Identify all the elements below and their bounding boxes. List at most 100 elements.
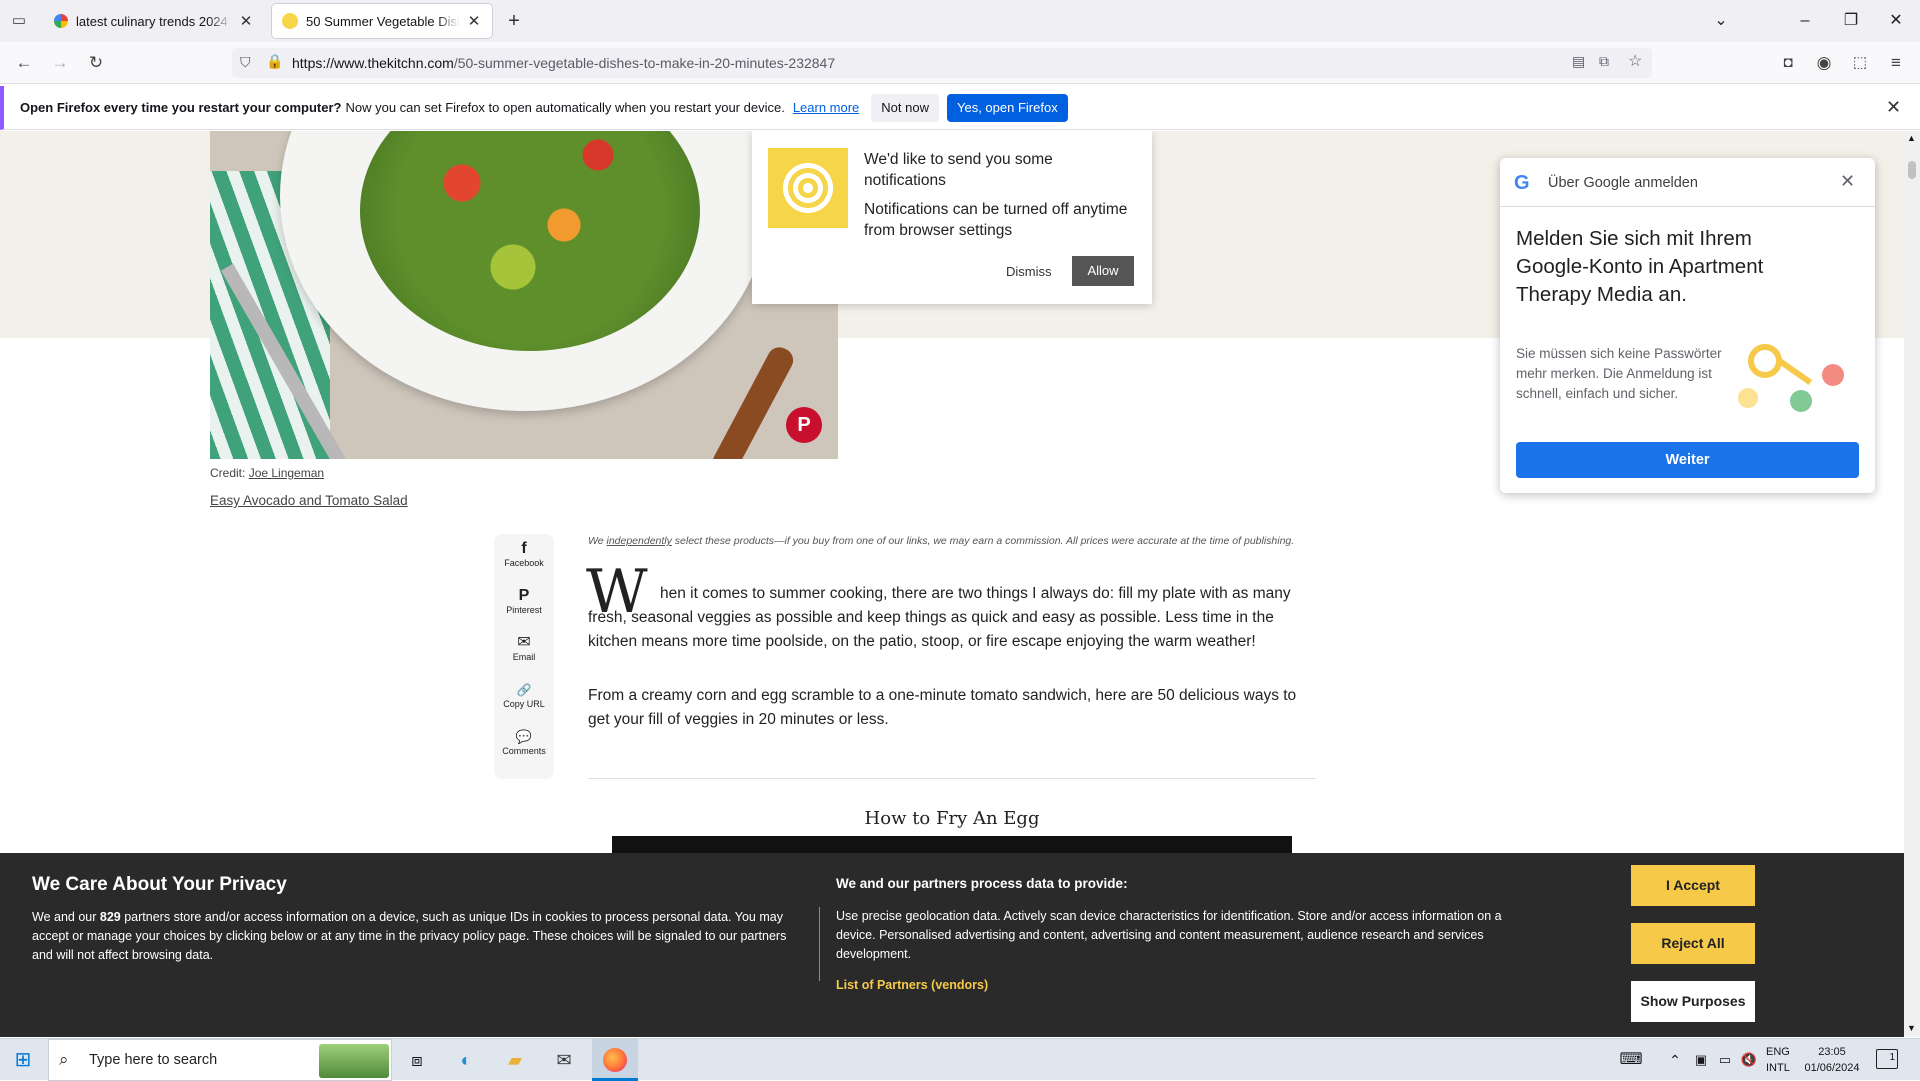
google-popup-header: Über Google anmelden (1548, 175, 1698, 191)
partners-count: 829 (99, 910, 121, 924)
mail-icon[interactable]: ✉ (549, 1045, 579, 1075)
share-label: Copy URL (503, 699, 545, 709)
new-tab-button[interactable]: + (500, 8, 528, 34)
share-copy-url[interactable]: 🔗 Copy URL (494, 675, 554, 722)
allow-button[interactable]: Allow (1072, 256, 1134, 286)
privacy-body-pre: We and our (32, 910, 97, 924)
taskbar-search-placeholder: Type here to search (89, 1052, 218, 1068)
firefox-startup-bar: Open Firefox every time you restart your… (0, 86, 1920, 130)
weiter-button[interactable]: Weiter (1516, 442, 1859, 478)
tab-title: 50 Summer Vegetable Dishes to (306, 13, 460, 29)
image-caption-link[interactable]: Easy Avocado and Tomato Salad (210, 493, 408, 508)
tab-kitchn[interactable]: 50 Summer Vegetable Dishes to ✕ (272, 4, 492, 38)
ff-bar-text: Now you can set Firefox to open automati… (345, 100, 785, 115)
keyboard-icon[interactable]: ⌨ (1616, 1045, 1646, 1075)
scroll-down-icon[interactable]: ▼ (1907, 1023, 1916, 1033)
windows-start-icon[interactable]: ⊞ (8, 1045, 38, 1075)
url-host: https://www.thekitchn.com (292, 55, 454, 71)
pinterest-icon: P (518, 587, 530, 604)
tab-overflow-icon[interactable]: ⌄ (1706, 8, 1736, 34)
picture-in-picture-icon[interactable]: ⧉ (1599, 53, 1609, 70)
privacy-divider (819, 907, 820, 981)
independently-link[interactable]: independently (606, 535, 671, 547)
comments-icon: 💬 (515, 729, 533, 744)
tab-google-search[interactable]: latest culinary trends 2024 - Go ✕ (44, 4, 264, 38)
page-content: P We'd like to send you some notificatio… (0, 131, 1904, 1037)
notif-count: 1 (1889, 1052, 1895, 1063)
target-logo-icon (768, 148, 848, 228)
clock-time: 23:05 (1818, 1046, 1846, 1058)
language-indicator[interactable]: ENG INTL (1766, 1044, 1790, 1076)
partners-list-link[interactable]: List of Partners (vendors) (836, 978, 988, 992)
google-icon (54, 14, 68, 28)
tab-list-icon[interactable]: ▭ (8, 11, 30, 31)
learn-more-link[interactable]: Learn more (793, 100, 859, 115)
pocket-icon[interactable]: ◘ (1774, 50, 1802, 76)
i-accept-button[interactable]: I Accept (1631, 865, 1755, 906)
nav-bar: ← → ↻ ⛉ 🔒 https://www.thekitchn.com/50-s… (0, 42, 1920, 84)
firefox-taskbar-button[interactable] (592, 1039, 638, 1081)
extensions-icon[interactable]: ⬚ (1846, 50, 1874, 76)
scroll-up-icon[interactable]: ▲ (1907, 133, 1916, 143)
google-popup-title: Melden Sie sich mit Ihrem Google-Konto i… (1516, 227, 1764, 306)
restore-icon[interactable]: ❐ (1836, 8, 1866, 34)
taskbar-search-box[interactable]: ⌕ Type here to search (48, 1039, 392, 1081)
close-popup-icon[interactable]: ✕ (1840, 171, 1855, 192)
back-icon[interactable]: ← (10, 50, 38, 76)
close-bar-icon[interactable]: ✕ (1886, 97, 1901, 118)
close-window-icon[interactable]: ✕ (1881, 8, 1911, 34)
notification-title: We'd like to send you some notifications (864, 151, 1053, 189)
kitchn-icon (282, 13, 298, 29)
email-icon: ✉ (517, 634, 531, 651)
bookmark-star-icon[interactable]: ☆ (1628, 51, 1642, 71)
url-bar[interactable]: ⛉ 🔒 https://www.thekitchn.com/50-summer-… (232, 48, 1652, 78)
lang-primary: ENG (1766, 1046, 1790, 1058)
ff-bar-title: Open Firefox every time you restart your… (20, 100, 342, 115)
share-label: Facebook (504, 558, 544, 568)
lock-icon[interactable]: 🔒 (266, 53, 283, 70)
process-body: Use precise geolocation data. Actively s… (836, 909, 1502, 961)
account-icon[interactable]: ◉ (1810, 50, 1838, 76)
menu-icon[interactable]: ≡ (1882, 50, 1910, 76)
share-label: Pinterest (506, 605, 542, 615)
scroll-thumb[interactable] (1908, 161, 1916, 179)
reader-view-icon[interactable]: ▤ (1572, 53, 1585, 70)
share-comments[interactable]: 💬 Comments (494, 722, 554, 769)
close-tab-icon[interactable]: ✕ (238, 12, 254, 30)
tab-title: latest culinary trends 2024 - Go (76, 13, 232, 29)
share-pinterest[interactable]: P Pinterest (494, 581, 554, 628)
file-explorer-icon[interactable]: ▰ (500, 1045, 530, 1075)
page-scrollbar[interactable]: ▲ ▼ (1904, 131, 1920, 1037)
share-email[interactable]: ✉ Email (494, 628, 554, 675)
dismiss-button[interactable]: Dismiss (1006, 264, 1052, 279)
yes-open-firefox-button[interactable]: Yes, open Firefox (947, 93, 1068, 122)
link-icon: 🔗 (516, 683, 532, 697)
google-g-icon: G (1514, 172, 1530, 194)
pinterest-save-button[interactable]: P (786, 407, 822, 443)
task-view-icon[interactable]: ⧈ (402, 1045, 432, 1075)
notification-body: Notifications can be turned off anytime … (864, 201, 1128, 239)
google-popup-body: Sie müssen sich keine Passwörter mehr me… (1516, 346, 1722, 401)
privacy-title: We Care About Your Privacy (32, 874, 287, 895)
clock[interactable]: 23:05 01/06/2024 (1800, 1044, 1864, 1076)
show-purposes-button[interactable]: Show Purposes (1631, 981, 1755, 1022)
reload-icon[interactable]: ↻ (82, 50, 110, 76)
share-label: Email (512, 652, 536, 662)
volume-muted-icon[interactable]: 🔇 (1734, 1045, 1764, 1075)
notification-center-icon[interactable]: 1 (1876, 1049, 1898, 1069)
credit-name-link[interactable]: Joe Lingeman (249, 466, 324, 480)
close-tab-icon[interactable]: ✕ (466, 12, 482, 30)
disclaimer-pre: We (588, 535, 604, 547)
reject-all-button[interactable]: Reject All (1631, 923, 1755, 964)
share-facebook[interactable]: f Facebook (494, 534, 554, 581)
knife-handle-graphic (708, 343, 798, 459)
shield-icon[interactable]: ⛉ (240, 54, 251, 71)
share-label: Comments (502, 746, 546, 756)
windows-taskbar: ⊞ ⌕ Type here to search ⧈ ◐ ▰ ✉ ⌨ ⌃ ▣ ▭ … (0, 1038, 1920, 1081)
image-credit: Credit: Joe Lingeman (210, 466, 324, 480)
forward-icon[interactable]: → (46, 50, 74, 76)
minimize-icon[interactable]: – (1790, 8, 1820, 34)
not-now-button[interactable]: Not now (871, 93, 939, 122)
url-path: /50-summer-vegetable-dishes-to-make-in-2… (453, 55, 836, 71)
edge-icon[interactable]: ◐ (451, 1045, 481, 1075)
